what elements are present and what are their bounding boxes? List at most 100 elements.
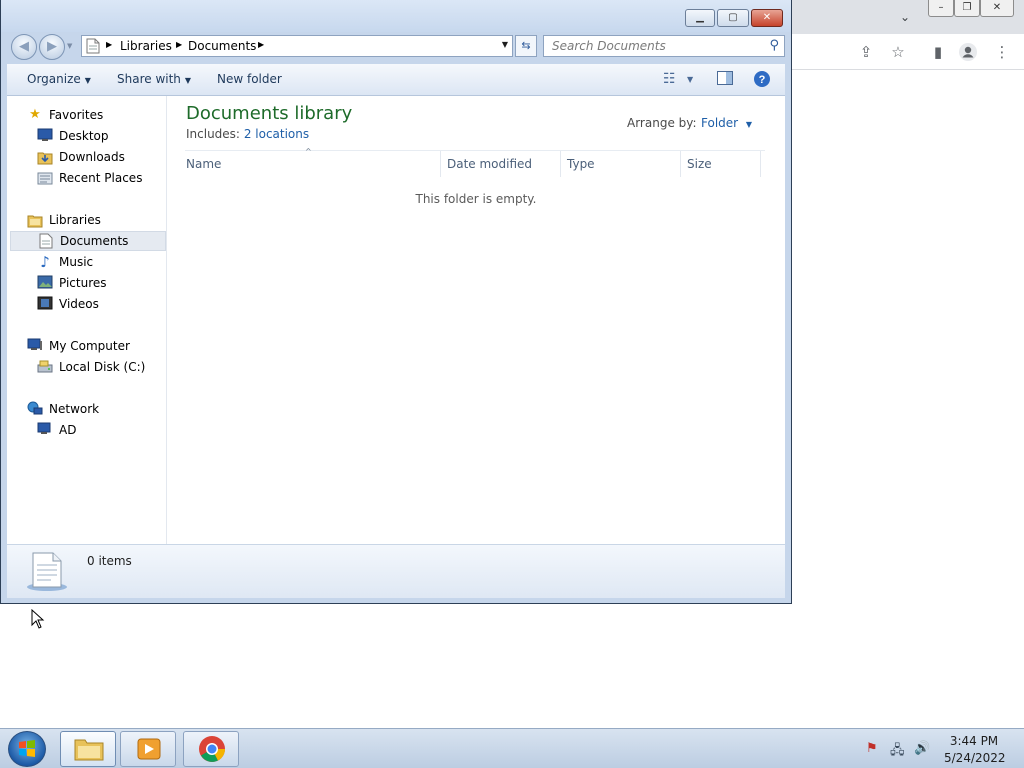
nav-recent-places-label: Recent Places [59, 171, 143, 185]
nav-downloads[interactable]: Downloads [37, 147, 125, 167]
explorer-body: ★ Favorites Desktop Downloads Recent Pla… [7, 96, 785, 544]
breadcrumb-libraries[interactable]: Libraries [120, 39, 172, 53]
empty-folder-message: This folder is empty. [415, 192, 537, 206]
help-icon[interactable]: ? [753, 70, 771, 92]
chevron-down-icon[interactable]: ⌄ [894, 8, 916, 26]
folder-icon [74, 739, 104, 761]
volume-icon[interactable]: 🔊 [914, 741, 930, 756]
local-disk-icon [37, 359, 53, 375]
nav-network[interactable]: Network [27, 399, 99, 419]
nav-desktop-label: Desktop [59, 129, 109, 143]
back-button[interactable]: ◀ [11, 34, 37, 60]
column-size[interactable]: Size [687, 157, 712, 171]
arrange-by-dropdown[interactable]: Folder ▼ [701, 116, 752, 130]
breadcrumb-separator-icon[interactable]: ▶ [258, 40, 264, 49]
nav-libraries[interactable]: Libraries [27, 210, 101, 230]
explorer-window: ▁ ▢ ✕ ◀ ▶ ▼ ▶ Libraries ▶ Documents ▶ ▼ … [0, 0, 792, 604]
library-title: Documents library [186, 103, 353, 124]
breadcrumb-documents[interactable]: Documents [188, 39, 256, 53]
refresh-button[interactable]: ⇆ [515, 35, 537, 57]
music-icon: ♪ [40, 253, 50, 271]
organize-button[interactable]: Organize ▼ [27, 72, 91, 86]
column-date-modified[interactable]: Date modified [447, 157, 532, 171]
navigation-pane: ★ Favorites Desktop Downloads Recent Pla… [7, 96, 167, 544]
search-icon[interactable]: ⚲ [769, 38, 779, 53]
forward-button[interactable]: ▶ [39, 34, 65, 60]
libraries-icon [27, 212, 43, 228]
column-divider[interactable] [440, 151, 441, 177]
explorer-titlebar[interactable]: ▁ ▢ ✕ [1, 0, 791, 32]
back-arrow-icon: ◀ [19, 39, 29, 54]
computer-icon [27, 338, 43, 354]
taskbar-media-player-button[interactable] [120, 731, 176, 767]
close-button[interactable]: ✕ [751, 9, 783, 27]
locations-link[interactable]: 2 locations [244, 127, 309, 141]
search-input[interactable]: Search Documents ⚲ [543, 35, 785, 57]
star-icon: ★ [29, 107, 41, 122]
nav-desktop[interactable]: Desktop [37, 126, 109, 146]
clock-date[interactable]: 5/24/2022 [944, 751, 1006, 765]
nav-pictures-label: Pictures [59, 276, 107, 290]
column-divider[interactable] [680, 151, 681, 177]
network-status-icon[interactable]: 🖧 [890, 741, 905, 763]
chrome-close-button[interactable]: ✕ [980, 0, 1014, 17]
svg-text:?: ? [759, 74, 766, 86]
documents-library-icon [27, 552, 67, 591]
kebab-menu-icon[interactable]: ⋮ [992, 42, 1012, 62]
share-with-button[interactable]: Share with ▼ [117, 72, 191, 86]
share-icon[interactable]: ⇪ [856, 42, 876, 62]
arrange-by-label: Arrange by: [627, 116, 697, 130]
nav-ad[interactable]: AD [37, 420, 76, 440]
includes-label: Includes: [186, 127, 240, 141]
chrome-minimize-button[interactable]: – [928, 0, 954, 17]
column-name[interactable]: Name [186, 157, 221, 171]
address-dropdown-icon[interactable]: ▼ [502, 40, 508, 49]
preview-pane-icon[interactable] [717, 71, 733, 89]
item-count: 0 items [87, 554, 132, 568]
column-divider[interactable] [760, 151, 761, 177]
breadcrumb-separator-icon[interactable]: ▶ [176, 40, 182, 49]
new-folder-button[interactable]: New folder [217, 72, 282, 86]
clock-time[interactable]: 3:44 PM [944, 734, 1004, 748]
maximize-button[interactable]: ▢ [717, 9, 749, 27]
nav-pictures[interactable]: Pictures [37, 273, 107, 293]
downloads-icon [37, 149, 53, 165]
forward-arrow-icon: ▶ [47, 39, 57, 54]
profile-icon[interactable] [958, 42, 978, 62]
change-view-icon[interactable]: ☷ [663, 71, 676, 87]
nav-my-computer[interactable]: My Computer [27, 336, 130, 356]
minimize-button[interactable]: ▁ [685, 9, 715, 27]
nav-local-disk[interactable]: Local Disk (C:) [37, 357, 145, 377]
mouse-cursor-icon [31, 609, 45, 629]
nav-documents[interactable]: Documents [10, 231, 166, 251]
column-divider[interactable] [560, 151, 561, 177]
refresh-icon: ⇆ [521, 39, 531, 52]
nav-favorites[interactable]: ★ Favorites [27, 105, 103, 125]
action-center-flag-icon[interactable]: ⚑ [866, 741, 878, 756]
star-icon[interactable]: ☆ [888, 42, 908, 62]
taskbar: ⚑ 🖧 🔊 3:44 PM 5/24/2022 [0, 728, 1024, 768]
chrome-restore-button[interactable]: ❐ [954, 0, 980, 17]
start-button[interactable] [8, 731, 46, 767]
share-with-label: Share with [117, 72, 181, 86]
nav-libraries-label: Libraries [49, 213, 101, 227]
documents-icon [38, 233, 54, 249]
view-options-dropdown-icon[interactable]: ▼ [687, 75, 693, 84]
nav-downloads-label: Downloads [59, 150, 125, 164]
nav-music-label: Music [59, 255, 94, 269]
sort-ascending-icon: ^ [305, 147, 312, 156]
nav-recent-places[interactable]: Recent Places [37, 168, 142, 188]
address-bar[interactable]: ▶ Libraries ▶ Documents ▶ ▼ [81, 35, 513, 57]
breadcrumb-separator-icon[interactable]: ▶ [106, 40, 112, 49]
side-panel-icon[interactable]: ▮ [928, 42, 948, 62]
nav-my-computer-label: My Computer [49, 339, 130, 353]
caret-down-icon: ▼ [184, 76, 192, 85]
nav-music[interactable]: ♪ Music [37, 252, 93, 272]
column-type[interactable]: Type [567, 157, 595, 171]
taskbar-chrome-button[interactable] [183, 731, 239, 767]
network-icon [27, 401, 43, 417]
nav-videos[interactable]: Videos [37, 294, 99, 314]
recent-pages-dropdown[interactable]: ▼ [67, 42, 72, 50]
nav-local-disk-label: Local Disk (C:) [59, 360, 146, 374]
taskbar-explorer-button[interactable] [60, 731, 116, 767]
